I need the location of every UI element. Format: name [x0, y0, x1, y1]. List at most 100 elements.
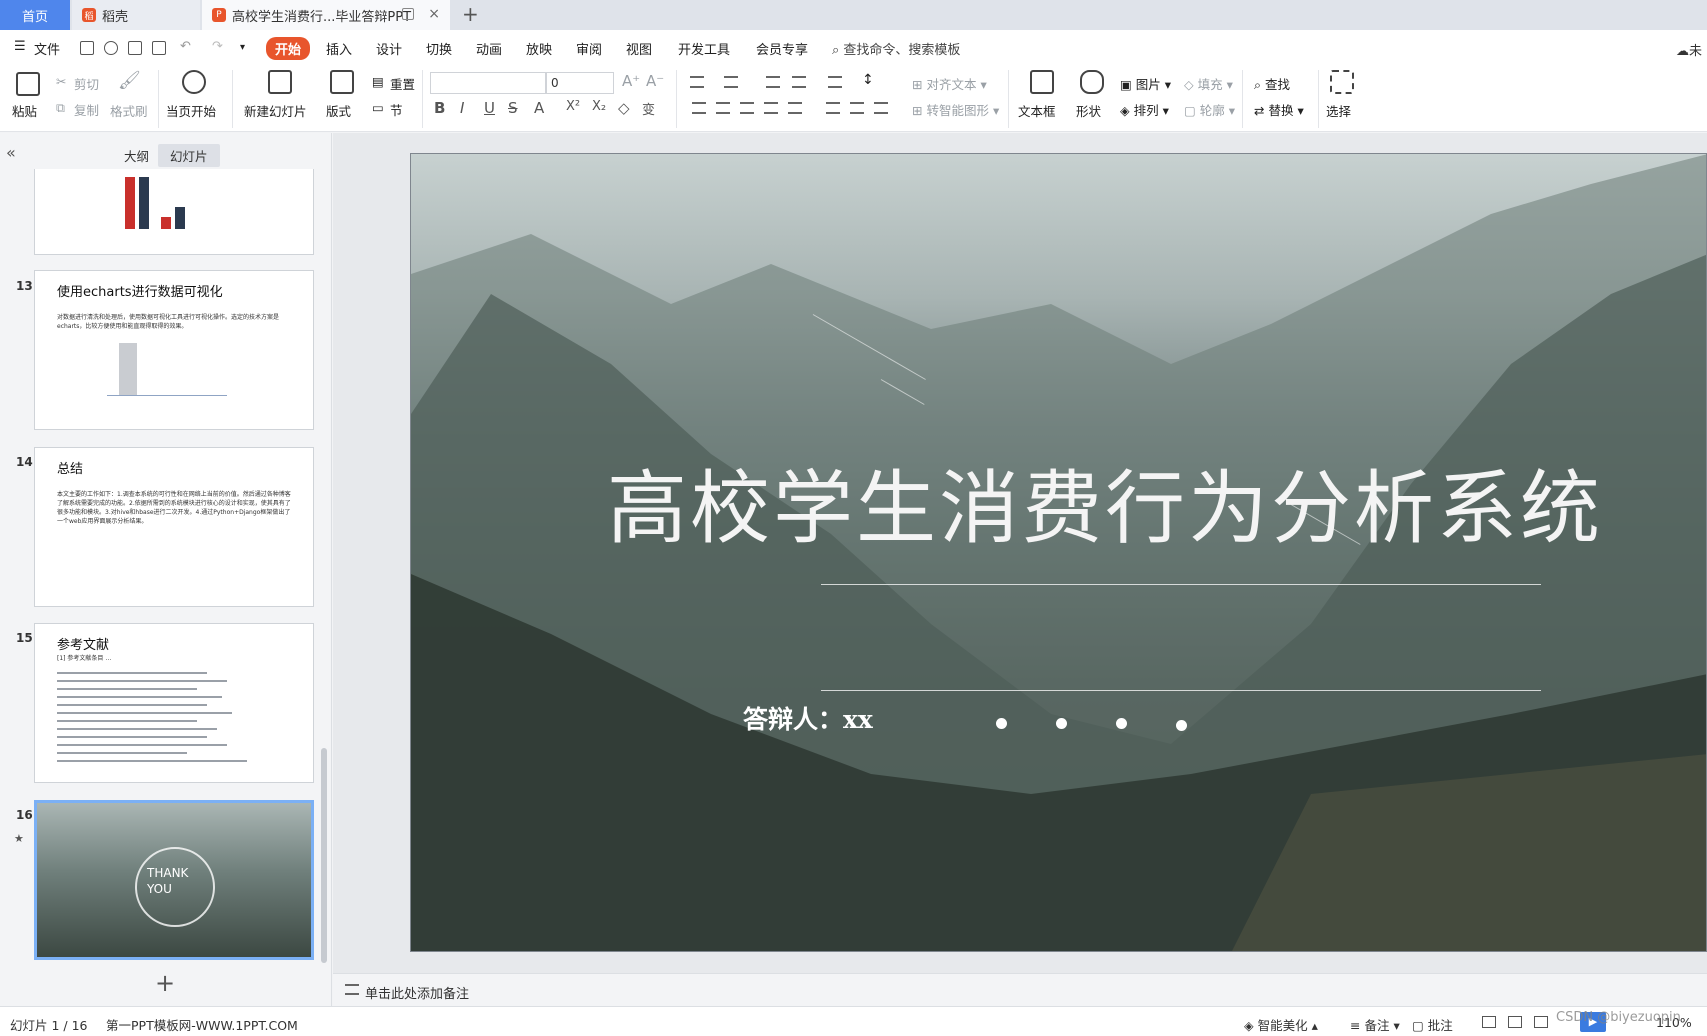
italic-icon[interactable]: I — [460, 99, 464, 117]
shape-icon[interactable] — [1080, 70, 1104, 94]
font-size-select[interactable]: 0 — [546, 72, 614, 94]
bullet-list-icon[interactable] — [690, 76, 704, 88]
menu-start[interactable]: 开始 — [266, 37, 311, 60]
chevron-down-icon[interactable]: ▾ — [240, 42, 245, 53]
fill-button[interactable]: ◇ 填充 ▾ — [1184, 74, 1233, 93]
smartart-button[interactable]: ⊞ 转智能图形 ▾ — [912, 100, 999, 119]
superscript-icon[interactable]: X² — [566, 99, 580, 114]
sorter-view-icon[interactable] — [1508, 1016, 1522, 1028]
paste-button[interactable]: 粘贴 — [12, 101, 37, 120]
add-slide-icon[interactable]: + — [155, 969, 175, 997]
align-center-icon[interactable] — [716, 102, 730, 114]
select-button[interactable]: 选择 — [1326, 101, 1351, 120]
close-icon[interactable]: × — [428, 6, 440, 22]
picture-button[interactable]: ▣ 图片 ▾ — [1120, 74, 1171, 93]
strikethrough-icon[interactable]: S — [508, 99, 518, 117]
panel-scrollbar[interactable] — [321, 748, 327, 963]
tab-home[interactable]: 首页 — [0, 0, 70, 30]
copy-icon[interactable]: ⧉ — [56, 100, 65, 116]
pin-icon[interactable] — [402, 8, 414, 20]
format-painter-icon[interactable]: 🖌 — [118, 70, 141, 91]
reset-button[interactable]: 重置 — [390, 74, 415, 93]
replace-button[interactable]: ⇄ 替换 ▾ — [1254, 100, 1304, 119]
play-current-button[interactable]: 当页开始 — [166, 101, 216, 120]
new-slide-icon[interactable] — [268, 70, 292, 94]
textbox-icon[interactable] — [1030, 70, 1054, 94]
redo-icon[interactable]: ↷ — [212, 39, 223, 54]
cloud-sync[interactable]: ☁未 — [1676, 40, 1702, 59]
slide-thumbnail-16[interactable]: THANK YOU — [34, 800, 314, 960]
command-search[interactable]: ⌕ 查找命令、搜索模板 — [832, 39, 960, 58]
tab-slides[interactable]: 幻灯片 — [158, 144, 220, 167]
section-icon[interactable]: ▭ — [372, 100, 384, 115]
beautify-button[interactable]: ◈ 智能美化 ▴ — [1244, 1015, 1318, 1034]
slide-thumbnail-12[interactable] — [34, 169, 314, 255]
bold-icon[interactable]: B — [434, 99, 445, 117]
distribute-icon[interactable] — [788, 102, 802, 114]
paste-icon[interactable] — [16, 72, 40, 96]
template-name[interactable]: 第一PPT模板网-WWW.1PPT.COM — [106, 1015, 298, 1034]
text-direction-icon[interactable] — [828, 76, 842, 88]
decrease-indent-icon[interactable] — [766, 76, 780, 88]
column-icon[interactable] — [850, 102, 864, 114]
new-tab-icon[interactable]: + — [462, 2, 479, 26]
menu-member[interactable]: 会员专享 — [756, 39, 808, 58]
decrease-font-icon[interactable]: A⁻ — [646, 72, 664, 90]
tab-document[interactable]: P 高校学生消费行...毕业答辩PPT × — [202, 0, 450, 30]
tab-outline[interactable]: 大纲 — [112, 144, 161, 167]
increase-font-icon[interactable]: A⁺ — [622, 72, 640, 90]
underline-icon[interactable]: U — [484, 99, 495, 117]
justify-icon[interactable] — [764, 102, 778, 114]
arrange-button[interactable]: ◈ 排列 ▾ — [1120, 100, 1169, 119]
align-right-icon[interactable] — [740, 102, 754, 114]
format-painter-button[interactable]: 格式刷 — [110, 101, 148, 120]
slide-thumbnail-13[interactable]: 使用echarts进行数据可视化 对数据进行清洗和处理后，使用数据可视化工具进行… — [34, 270, 314, 430]
print-icon[interactable] — [128, 41, 142, 55]
print-preview-icon[interactable] — [152, 41, 166, 55]
menu-design[interactable]: 设计 — [376, 39, 402, 58]
new-slide-button[interactable]: 新建幻灯片 — [244, 101, 307, 120]
line-spacing-icon[interactable]: ↕ — [862, 72, 874, 88]
increase-indent-icon[interactable] — [792, 76, 806, 88]
menu-transition[interactable]: 切换 — [426, 39, 452, 58]
slide-thumbnail-14[interactable]: 总结 本文主要的工作如下：1.调查本系统的可行性和在网络上当前的价值。然后通过各… — [34, 447, 314, 607]
align-left-icon[interactable] — [692, 102, 706, 114]
font-color-icon[interactable]: A — [534, 99, 544, 117]
section-button[interactable]: 节 — [390, 100, 403, 119]
play-icon[interactable] — [182, 70, 206, 94]
copy-button[interactable]: 复制 — [74, 100, 99, 119]
notes-area[interactable]: 单击此处添加备注 — [333, 973, 1707, 1006]
textbox-button[interactable]: 文本框 — [1018, 101, 1056, 120]
cut-button[interactable]: 剪切 — [74, 74, 99, 93]
scissors-icon[interactable]: ✂ — [56, 74, 66, 89]
comment-toggle[interactable]: ▢ 批注 — [1412, 1015, 1453, 1034]
current-slide[interactable]: 高校学生消费行为分析系统 答辩人：xx — [410, 153, 1707, 952]
menu-animation[interactable]: 动画 — [476, 39, 502, 58]
notes-toggle[interactable]: ≡ 备注 ▾ — [1350, 1015, 1400, 1034]
eraser-icon[interactable]: ◇ — [618, 99, 630, 117]
select-icon[interactable] — [1330, 70, 1354, 94]
layout-button[interactable]: 版式 — [326, 101, 351, 120]
subscript-icon[interactable]: X₂ — [592, 99, 606, 114]
normal-view-icon[interactable] — [1482, 1016, 1496, 1028]
menu-review[interactable]: 审阅 — [576, 39, 602, 58]
menu-slideshow[interactable]: 放映 — [526, 39, 552, 58]
line-space-icon[interactable] — [874, 102, 888, 114]
export-icon[interactable] — [104, 41, 118, 55]
menu-insert[interactable]: 插入 — [326, 39, 352, 58]
hamburger-icon[interactable]: ☰ — [14, 39, 26, 54]
tab-daoke[interactable]: 稻 稻壳 — [72, 0, 200, 30]
align-text-button[interactable]: ⊞ 对齐文本 ▾ — [912, 74, 987, 93]
slide-title[interactable]: 高校学生消费行为分析系统 — [607, 444, 1603, 560]
para-spacing-icon[interactable] — [826, 102, 840, 114]
save-icon[interactable] — [80, 41, 94, 55]
menu-file[interactable]: 文件 — [34, 39, 60, 58]
slide-thumbnail-15[interactable]: 参考文献 [1] 参考文献条目 … — [34, 623, 314, 783]
shape-button[interactable]: 形状 — [1076, 101, 1101, 120]
menu-view[interactable]: 视图 — [626, 39, 652, 58]
menu-developer[interactable]: 开发工具 — [678, 39, 730, 58]
layout-icon[interactable] — [330, 70, 354, 94]
reset-icon[interactable]: ▤ — [372, 74, 384, 89]
notes-placeholder[interactable]: 单击此处添加备注 — [365, 983, 469, 1002]
outline-button[interactable]: ▢ 轮廓 ▾ — [1184, 100, 1235, 119]
